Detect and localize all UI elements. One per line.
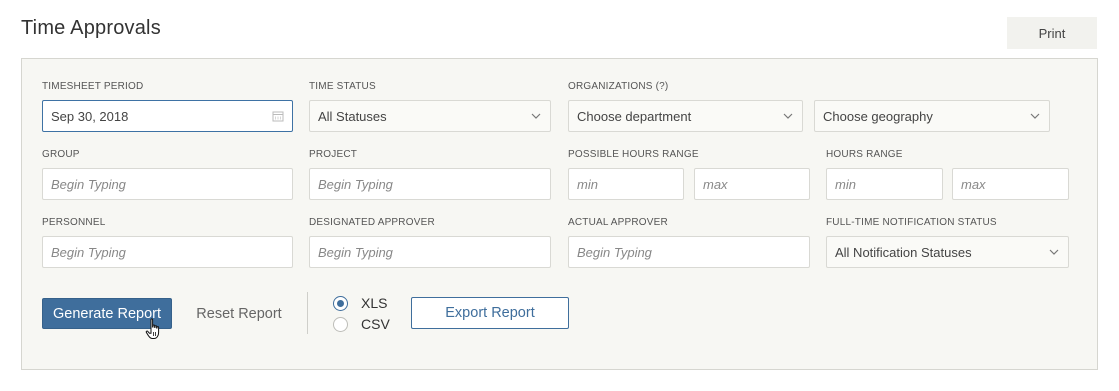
- notification-status-select[interactable]: All Notification Statuses: [826, 236, 1069, 268]
- time-status-value: All Statuses: [318, 108, 387, 124]
- group-label: GROUP: [42, 149, 80, 160]
- chevron-down-icon: [1030, 113, 1040, 119]
- personnel-input[interactable]: Begin Typing: [42, 236, 293, 268]
- timesheet-period-label: TIMESHEET PERIOD: [42, 81, 144, 92]
- group-placeholder: Begin Typing: [51, 176, 126, 192]
- possible-hours-max-placeholder: max: [703, 176, 728, 192]
- hours-min-input[interactable]: min: [826, 168, 943, 200]
- hours-max-placeholder: max: [961, 176, 986, 192]
- department-select[interactable]: Choose department: [568, 100, 803, 132]
- page-title: Time Approvals: [21, 17, 161, 39]
- possible-hours-min-input[interactable]: min: [568, 168, 684, 200]
- actual-approver-input[interactable]: Begin Typing: [568, 236, 810, 268]
- geography-value: Choose geography: [823, 108, 933, 124]
- project-placeholder: Begin Typing: [318, 176, 393, 192]
- format-option-xls[interactable]: XLS: [333, 295, 387, 311]
- actual-approver-placeholder: Begin Typing: [577, 244, 652, 260]
- project-input[interactable]: Begin Typing: [309, 168, 551, 200]
- chevron-down-icon: [783, 113, 793, 119]
- calendar-icon[interactable]: [272, 110, 284, 122]
- reset-report-button[interactable]: Reset Report: [188, 298, 290, 329]
- time-status-select[interactable]: All Statuses: [309, 100, 551, 132]
- timesheet-period-input[interactable]: Sep 30, 2018: [42, 100, 293, 132]
- hand-pointer-icon: [145, 318, 160, 339]
- possible-hours-range-label: POSSIBLE HOURS RANGE: [568, 149, 699, 160]
- project-label: PROJECT: [309, 149, 358, 160]
- actual-approver-label: ACTUAL APPROVER: [568, 217, 668, 228]
- notification-status-value: All Notification Statuses: [835, 244, 972, 260]
- organizations-label: ORGANIZATIONS (?): [568, 81, 669, 92]
- csv-radio[interactable]: [333, 316, 348, 332]
- hours-min-placeholder: min: [835, 176, 856, 192]
- department-value: Choose department: [577, 108, 692, 124]
- csv-label: CSV: [361, 316, 390, 332]
- designated-approver-placeholder: Begin Typing: [318, 244, 393, 260]
- group-input[interactable]: Begin Typing: [42, 168, 293, 200]
- timesheet-period-value: Sep 30, 2018: [51, 108, 129, 124]
- hours-range-label: HOURS RANGE: [826, 149, 903, 160]
- personnel-label: PERSONNEL: [42, 217, 106, 228]
- chevron-down-icon: [1049, 249, 1059, 255]
- chevron-down-icon: [531, 113, 541, 119]
- notification-status-label: FULL-TIME NOTIFICATION STATUS: [826, 217, 997, 228]
- time-status-label: TIME STATUS: [309, 81, 376, 92]
- format-option-csv[interactable]: CSV: [333, 316, 390, 332]
- export-report-button[interactable]: Export Report: [411, 297, 569, 329]
- designated-approver-input[interactable]: Begin Typing: [309, 236, 551, 268]
- actions-divider: [307, 292, 308, 334]
- designated-approver-label: DESIGNATED APPROVER: [309, 217, 435, 228]
- personnel-placeholder: Begin Typing: [51, 244, 126, 260]
- xls-radio[interactable]: [333, 295, 348, 311]
- possible-hours-min-placeholder: min: [577, 176, 598, 192]
- geography-select[interactable]: Choose geography: [814, 100, 1050, 132]
- possible-hours-max-input[interactable]: max: [694, 168, 810, 200]
- print-button[interactable]: Print: [1007, 17, 1097, 49]
- filter-panel: TIMESHEET PERIOD TIME STATUS ORGANIZATIO…: [21, 58, 1098, 370]
- hours-max-input[interactable]: max: [952, 168, 1069, 200]
- xls-label: XLS: [361, 295, 388, 311]
